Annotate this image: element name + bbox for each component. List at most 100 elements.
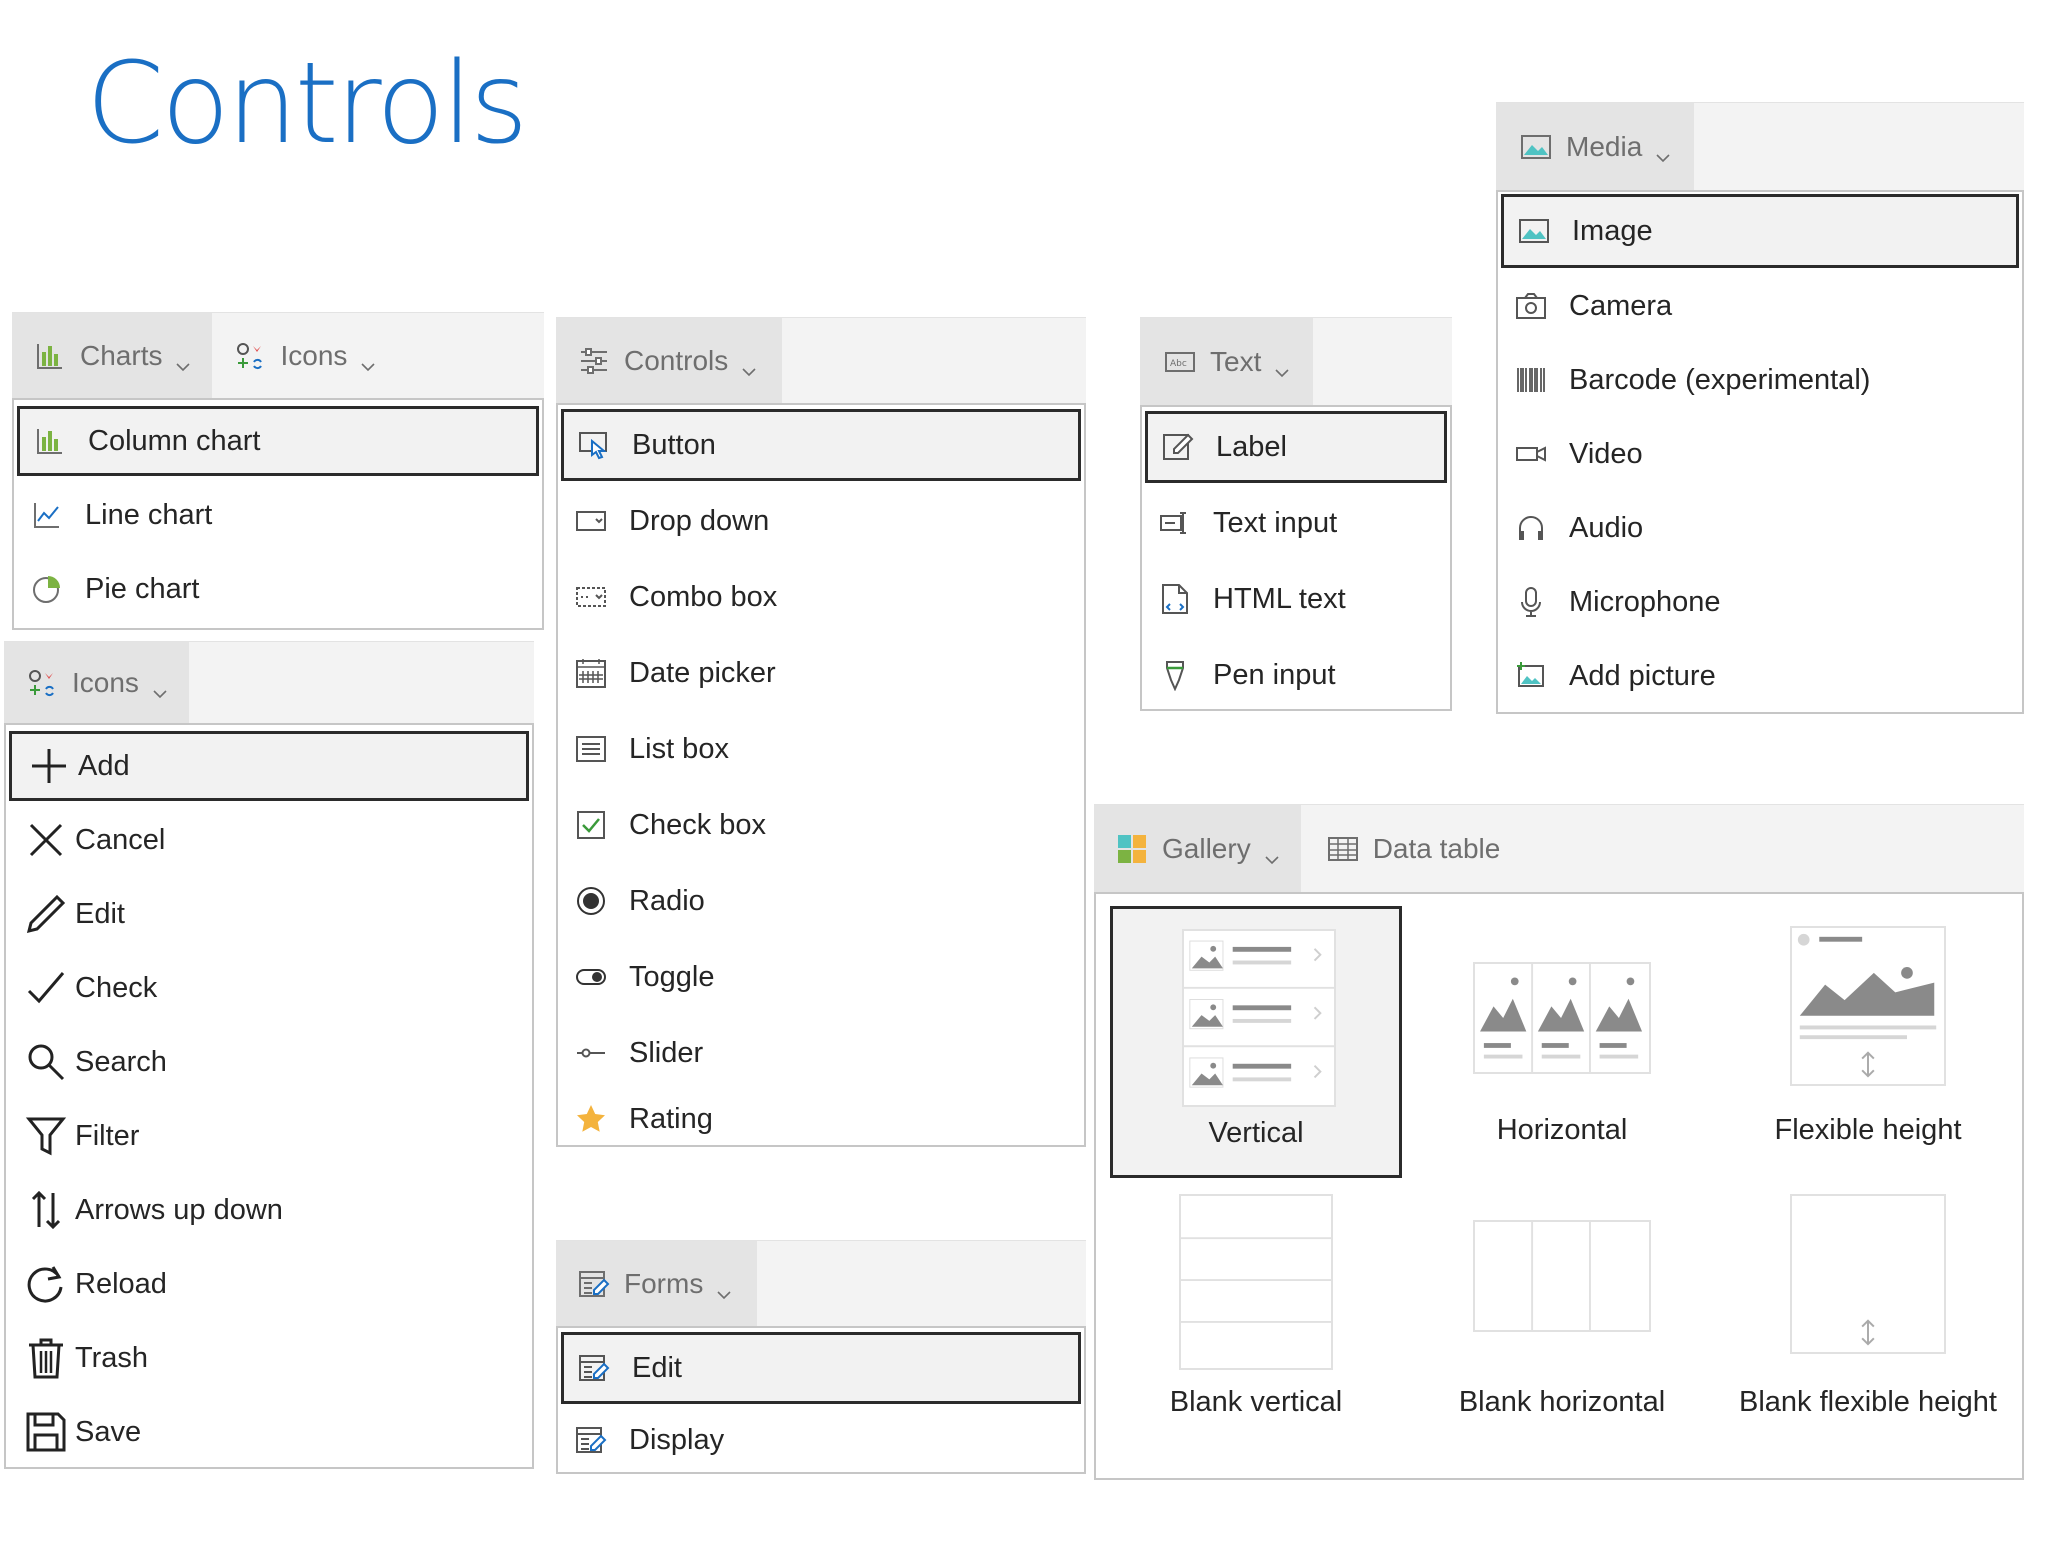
gallery-option-blank-horizontal[interactable]: Blank horizontal bbox=[1416, 1190, 1708, 1462]
tab-text[interactable]: Abc Text bbox=[1140, 318, 1314, 405]
menu-item-combo-box[interactable]: Combo box bbox=[558, 561, 1084, 633]
menu-item-text-input[interactable]: Text input bbox=[1142, 487, 1450, 559]
menu-item-edit[interactable]: Edit bbox=[6, 879, 532, 949]
blank-horizontal-thumbnail bbox=[1473, 1220, 1651, 1332]
forms-tabbar: Forms bbox=[556, 1240, 1086, 1326]
tab-gallery[interactable]: Gallery bbox=[1094, 805, 1301, 892]
menu-item-date-picker[interactable]: Date picker bbox=[558, 637, 1084, 709]
tab-media[interactable]: Media bbox=[1496, 103, 1695, 190]
menu-item-save[interactable]: Save bbox=[6, 1397, 532, 1467]
menu-item-label: Edit bbox=[632, 1351, 682, 1384]
menu-item-column-chart[interactable]: Column chart bbox=[17, 406, 539, 476]
menu-item-slider[interactable]: Slider bbox=[558, 1017, 1084, 1089]
tab-charts[interactable]: Charts bbox=[12, 313, 213, 398]
menu-item-display-form[interactable]: Display bbox=[558, 1406, 1084, 1474]
chevron-down-icon bbox=[1275, 355, 1289, 377]
menu-item-edit-form[interactable]: Edit bbox=[561, 1332, 1081, 1404]
line-chart-icon bbox=[31, 499, 63, 531]
menu-item-label: Toggle bbox=[629, 960, 715, 993]
menu-item-rating[interactable]: Rating bbox=[558, 1093, 1084, 1145]
menu-item-arrows-up-down[interactable]: Arrows up down bbox=[6, 1175, 532, 1245]
arrows-up-down-icon bbox=[25, 1189, 67, 1231]
column-chart-icon bbox=[34, 340, 66, 372]
tab-controls[interactable]: Controls bbox=[556, 318, 783, 403]
menu-item-toggle[interactable]: Toggle bbox=[558, 941, 1084, 1013]
menu-item-label: HTML text bbox=[1213, 582, 1346, 615]
gallery-option-flexible-height[interactable]: Flexible height bbox=[1722, 906, 2014, 1178]
image-icon bbox=[1520, 131, 1552, 163]
gallery-option-label: Blank horizontal bbox=[1458, 1386, 1666, 1418]
blank-flexible-height-preview-icon bbox=[1861, 1319, 1875, 1346]
menu-item-reload[interactable]: Reload bbox=[6, 1249, 532, 1319]
menu-item-add-picture[interactable]: Add picture bbox=[1498, 640, 2022, 712]
menu-item-line-chart[interactable]: Line chart bbox=[14, 480, 542, 550]
menu-item-microphone[interactable]: Microphone bbox=[1498, 566, 2022, 638]
blank-horizontal-preview-icon bbox=[1531, 1222, 1591, 1330]
check-icon bbox=[25, 967, 67, 1009]
icons-panel: Icons Add Cancel Edit Check Search Filte… bbox=[4, 641, 534, 1469]
pen-icon bbox=[1159, 659, 1191, 691]
combo-box-icon bbox=[575, 581, 607, 613]
menu-item-label: Filter bbox=[75, 1119, 140, 1152]
reload-icon bbox=[25, 1263, 67, 1305]
menu-item-camera[interactable]: Camera bbox=[1498, 270, 2022, 342]
page-title: Controls bbox=[86, 39, 528, 169]
forms-menu: Edit Display bbox=[556, 1326, 1086, 1474]
menu-item-label[interactable]: Label bbox=[1145, 411, 1447, 483]
menu-item-button[interactable]: Button bbox=[561, 409, 1081, 481]
menu-item-label: Audio bbox=[1569, 511, 1644, 544]
cancel-icon bbox=[25, 819, 67, 861]
gallery-option-blank-flexible-height[interactable]: Blank flexible height bbox=[1722, 1190, 2014, 1462]
text-tabbar: Abc Text bbox=[1140, 317, 1452, 405]
gallery-option-blank-vertical[interactable]: Blank vertical bbox=[1110, 1190, 1402, 1462]
menu-item-label: Drop down bbox=[629, 504, 770, 537]
tab-data-table-label: Data table bbox=[1372, 832, 1501, 864]
tab-forms[interactable]: Forms bbox=[556, 1241, 758, 1326]
vertical-gallery-preview-icon bbox=[1184, 940, 1334, 1088]
chevron-down-icon bbox=[153, 676, 167, 698]
menu-item-cancel[interactable]: Cancel bbox=[6, 805, 532, 875]
display-form-icon bbox=[575, 1424, 607, 1456]
menu-item-video[interactable]: Video bbox=[1498, 418, 2022, 490]
media-panel: Media Image Camera Barcode (experimental… bbox=[1496, 102, 2024, 714]
label-icon bbox=[1162, 431, 1194, 463]
text-icon: Abc bbox=[1164, 346, 1196, 378]
menu-item-add[interactable]: Add bbox=[9, 731, 529, 801]
menu-item-image[interactable]: Image bbox=[1501, 194, 2019, 268]
menu-item-search[interactable]: Search bbox=[6, 1027, 532, 1097]
tab-icons[interactable]: Icons bbox=[4, 642, 189, 723]
forms-panel: Forms Edit Display bbox=[556, 1240, 1086, 1474]
camera-icon bbox=[1515, 290, 1547, 322]
gallery-option-vertical[interactable]: Vertical bbox=[1110, 906, 1402, 1178]
menu-item-label: Button bbox=[632, 428, 716, 461]
media-menu: Image Camera Barcode (experimental) Vide… bbox=[1496, 190, 2024, 714]
menu-item-label: Trash bbox=[75, 1341, 149, 1374]
image-icon bbox=[1518, 215, 1550, 247]
menu-item-pen-input[interactable]: Pen input bbox=[1142, 639, 1450, 711]
tab-data-table[interactable]: Data table bbox=[1301, 805, 1523, 892]
tab-icons[interactable]: Icons bbox=[212, 313, 397, 398]
menu-item-drop-down[interactable]: Drop down bbox=[558, 485, 1084, 557]
table-icon bbox=[1327, 833, 1359, 865]
menu-item-pie-chart[interactable]: Pie chart bbox=[14, 554, 542, 624]
menu-item-trash[interactable]: Trash bbox=[6, 1323, 532, 1393]
menu-item-radio[interactable]: Radio bbox=[558, 865, 1084, 937]
menu-item-label: Barcode (experimental) bbox=[1569, 363, 1871, 396]
menu-item-filter[interactable]: Filter bbox=[6, 1101, 532, 1171]
menu-item-barcode[interactable]: Barcode (experimental) bbox=[1498, 344, 2022, 416]
gallery-option-horizontal[interactable]: Horizontal bbox=[1416, 906, 1708, 1178]
tab-gallery-label: Gallery bbox=[1162, 832, 1251, 864]
menu-item-check-box[interactable]: Check box bbox=[558, 789, 1084, 861]
pencil-icon bbox=[25, 893, 67, 935]
menu-item-label: Check bbox=[75, 971, 158, 1004]
menu-item-audio[interactable]: Audio bbox=[1498, 492, 2022, 564]
flexible-height-preview-icon bbox=[1797, 933, 1937, 1078]
microphone-icon bbox=[1515, 586, 1547, 618]
text-menu: Label Text input HTML text Pen input bbox=[1140, 405, 1452, 711]
menu-item-label: Add picture bbox=[1569, 659, 1716, 692]
chevron-down-icon bbox=[1656, 140, 1670, 162]
menu-item-check[interactable]: Check bbox=[6, 953, 532, 1023]
text-input-icon bbox=[1159, 507, 1191, 539]
menu-item-list-box[interactable]: List box bbox=[558, 713, 1084, 785]
menu-item-html-text[interactable]: HTML text bbox=[1142, 563, 1450, 635]
